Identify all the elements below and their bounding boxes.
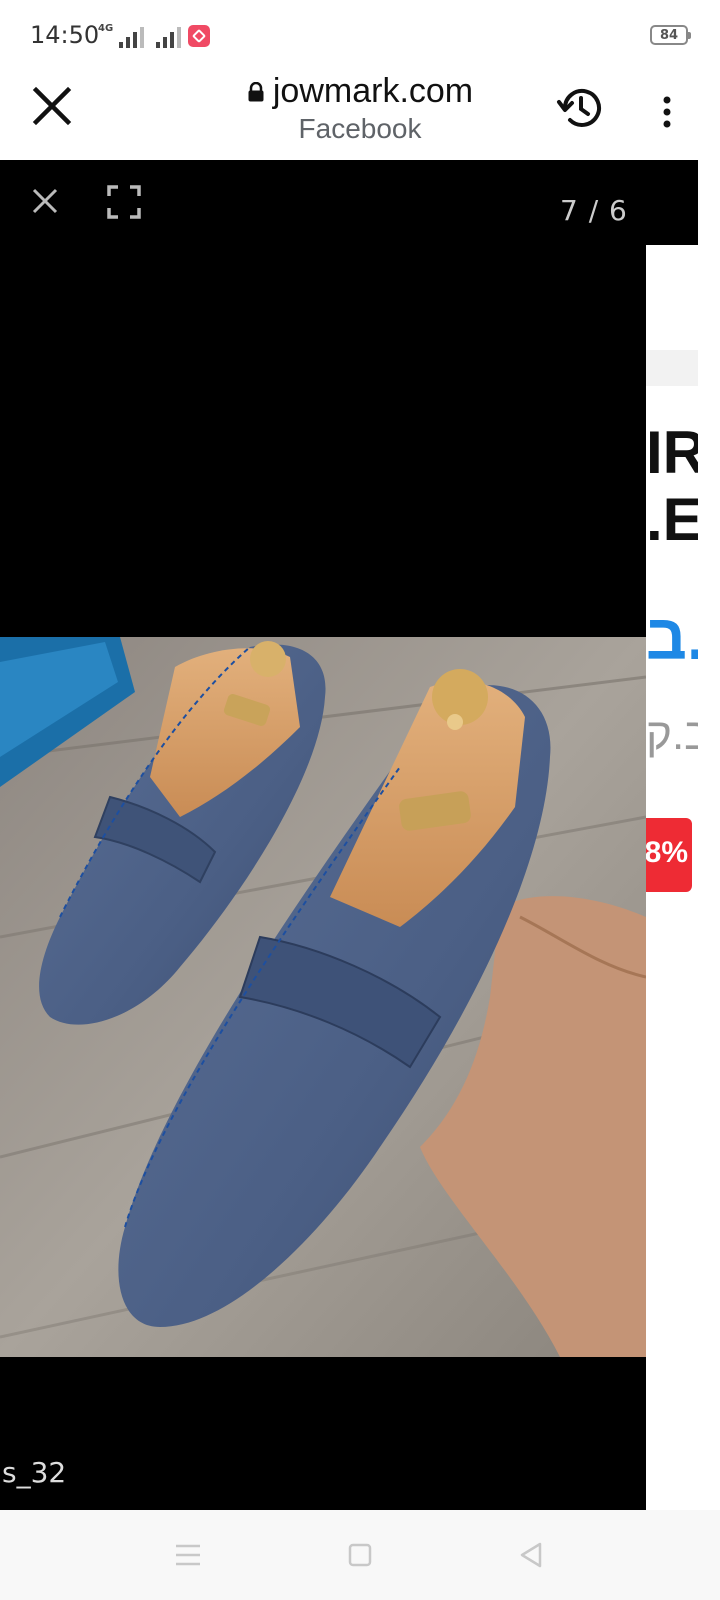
- nav-back-button[interactable]: [508, 1532, 554, 1578]
- fullscreen-button[interactable]: [106, 184, 142, 220]
- nav-home-button[interactable]: [337, 1532, 383, 1578]
- product-photo[interactable]: [0, 637, 646, 1357]
- history-icon: [557, 88, 601, 127]
- nav-menu-button[interactable]: [165, 1532, 211, 1578]
- signal-bars-2-icon: [156, 27, 182, 48]
- page-source: Facebook: [298, 113, 422, 144]
- browser-toolbar: jowmark.com Facebook: [0, 70, 720, 161]
- app-notification-icon: [188, 25, 210, 47]
- discount-badge: 8%: [646, 818, 692, 892]
- background-heading-line2: .E: [646, 486, 698, 553]
- background-banner: [646, 350, 698, 386]
- network-type: 4G: [98, 23, 114, 34]
- battery-level: 84: [659, 27, 679, 43]
- background-old-price: ב.ק: [646, 710, 698, 759]
- close-icon: [32, 188, 58, 214]
- fullscreen-icon: [107, 185, 141, 219]
- background-heading-line1: IR: [646, 419, 698, 486]
- product-image: [0, 637, 646, 1357]
- lightbox-header-extension: [646, 160, 698, 245]
- signal-bars-icon: [119, 27, 145, 48]
- home-icon: [348, 1543, 372, 1567]
- background-price-text: ב.: [646, 601, 698, 673]
- close-icon: [32, 86, 72, 126]
- more-menu-button[interactable]: [652, 90, 682, 134]
- image-caption: s_32: [2, 1456, 67, 1489]
- battery-icon: 84: [650, 25, 691, 45]
- url-text: jowmark.com: [272, 72, 474, 110]
- image-counter: 7 / 6: [560, 194, 628, 227]
- system-nav-bar: [0, 1510, 720, 1600]
- status-time: 14:50: [30, 21, 100, 49]
- menu-icon: [176, 1544, 200, 1566]
- lock-icon: [248, 81, 264, 101]
- back-icon: [520, 1542, 542, 1568]
- signal-group: 4G: [98, 24, 189, 48]
- close-tab-button[interactable]: [30, 84, 74, 128]
- discount-text: 8%: [646, 836, 688, 869]
- lightbox-close-button[interactable]: [28, 184, 62, 218]
- history-button[interactable]: [555, 83, 605, 133]
- url-area[interactable]: jowmark.com Facebook: [200, 70, 520, 145]
- status-bar: 14:50 4G 84: [0, 0, 720, 70]
- page-margin: [698, 160, 720, 1510]
- image-lightbox: 7 / 6 s_32: [0, 160, 646, 1510]
- more-vert-icon: [663, 96, 671, 128]
